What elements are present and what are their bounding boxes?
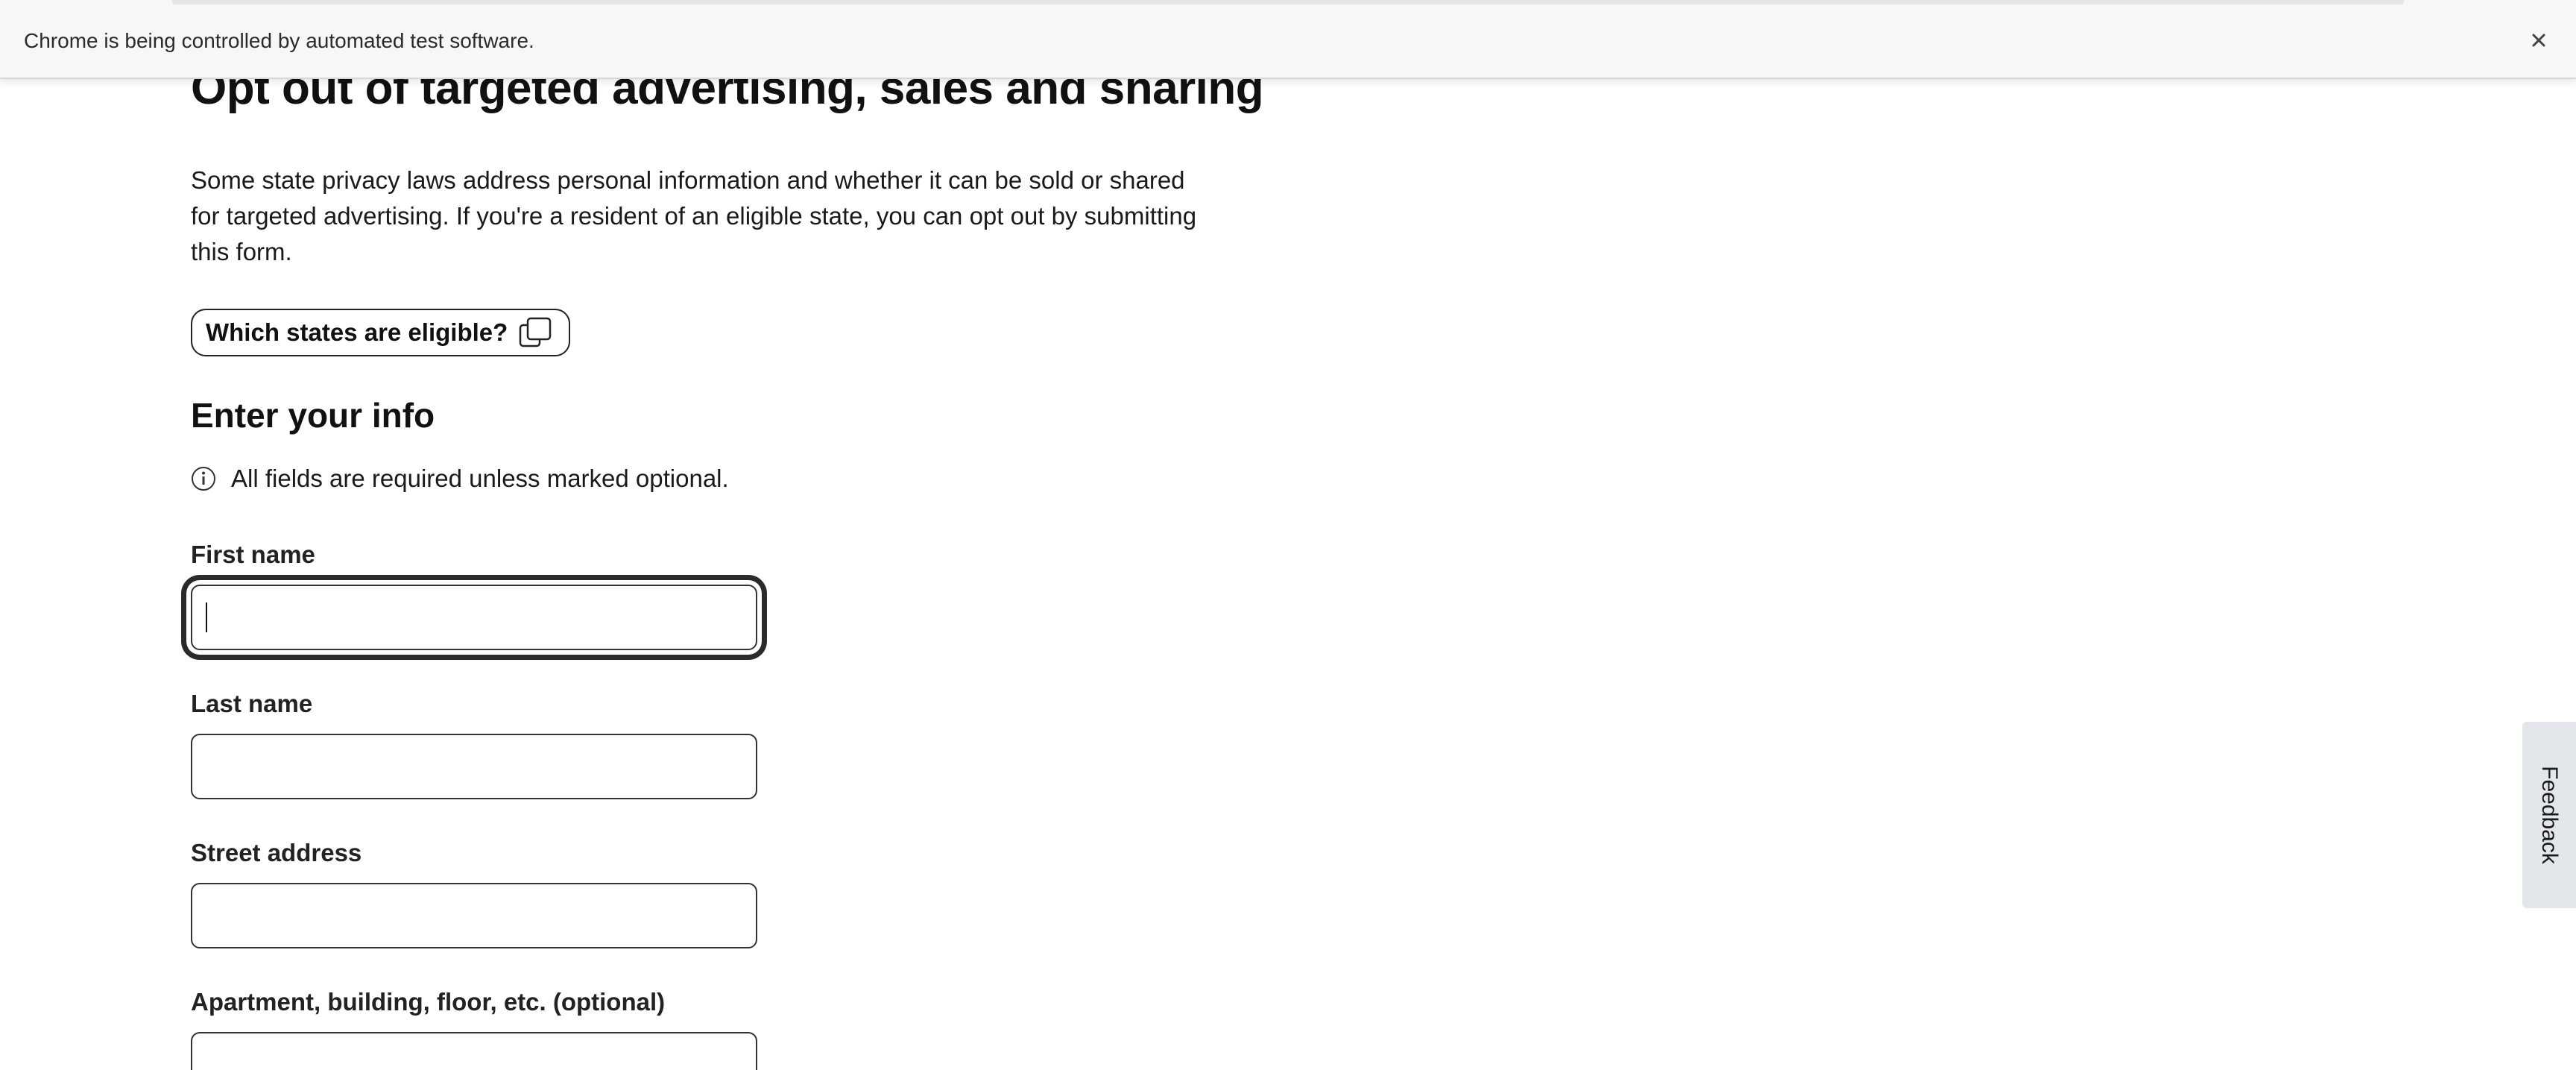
last-name-label: Last name [191, 690, 313, 717]
apartment-input[interactable] [191, 1032, 757, 1070]
which-states-eligible-label: Which states are eligible? [206, 318, 508, 346]
open-in-new-window-icon [518, 316, 554, 349]
text-caret [206, 602, 207, 632]
feedback-tab[interactable]: Feedback [2522, 722, 2576, 908]
infobar-message: Chrome is being controlled by automated … [24, 29, 534, 52]
first-name-field-wrap [191, 585, 757, 650]
intro-paragraph: Some state privacy laws address personal… [191, 166, 1197, 265]
last-name-input[interactable] [191, 734, 757, 799]
info-icon [191, 466, 216, 491]
required-fields-text: All fields are required unless marked op… [231, 465, 729, 492]
required-fields-note: All fields are required unless marked op… [191, 463, 729, 494]
browser-toolbar-edge [171, 0, 2405, 4]
feedback-label: Feedback [2537, 766, 2562, 864]
section-title: Enter your info [191, 396, 435, 435]
automation-infobar: Chrome is being controlled by automated … [0, 0, 2576, 79]
first-name-input[interactable] [191, 585, 757, 650]
which-states-eligible-button[interactable]: Which states are eligible? [191, 309, 571, 356]
apartment-label: Apartment, building, floor, etc. (option… [191, 988, 666, 1016]
close-icon[interactable] [2527, 28, 2551, 52]
page: Chrome is being controlled by automated … [0, 0, 2576, 1070]
street-address-label: Street address [191, 839, 362, 866]
street-address-input[interactable] [191, 883, 757, 948]
first-name-label: First name [191, 541, 315, 568]
